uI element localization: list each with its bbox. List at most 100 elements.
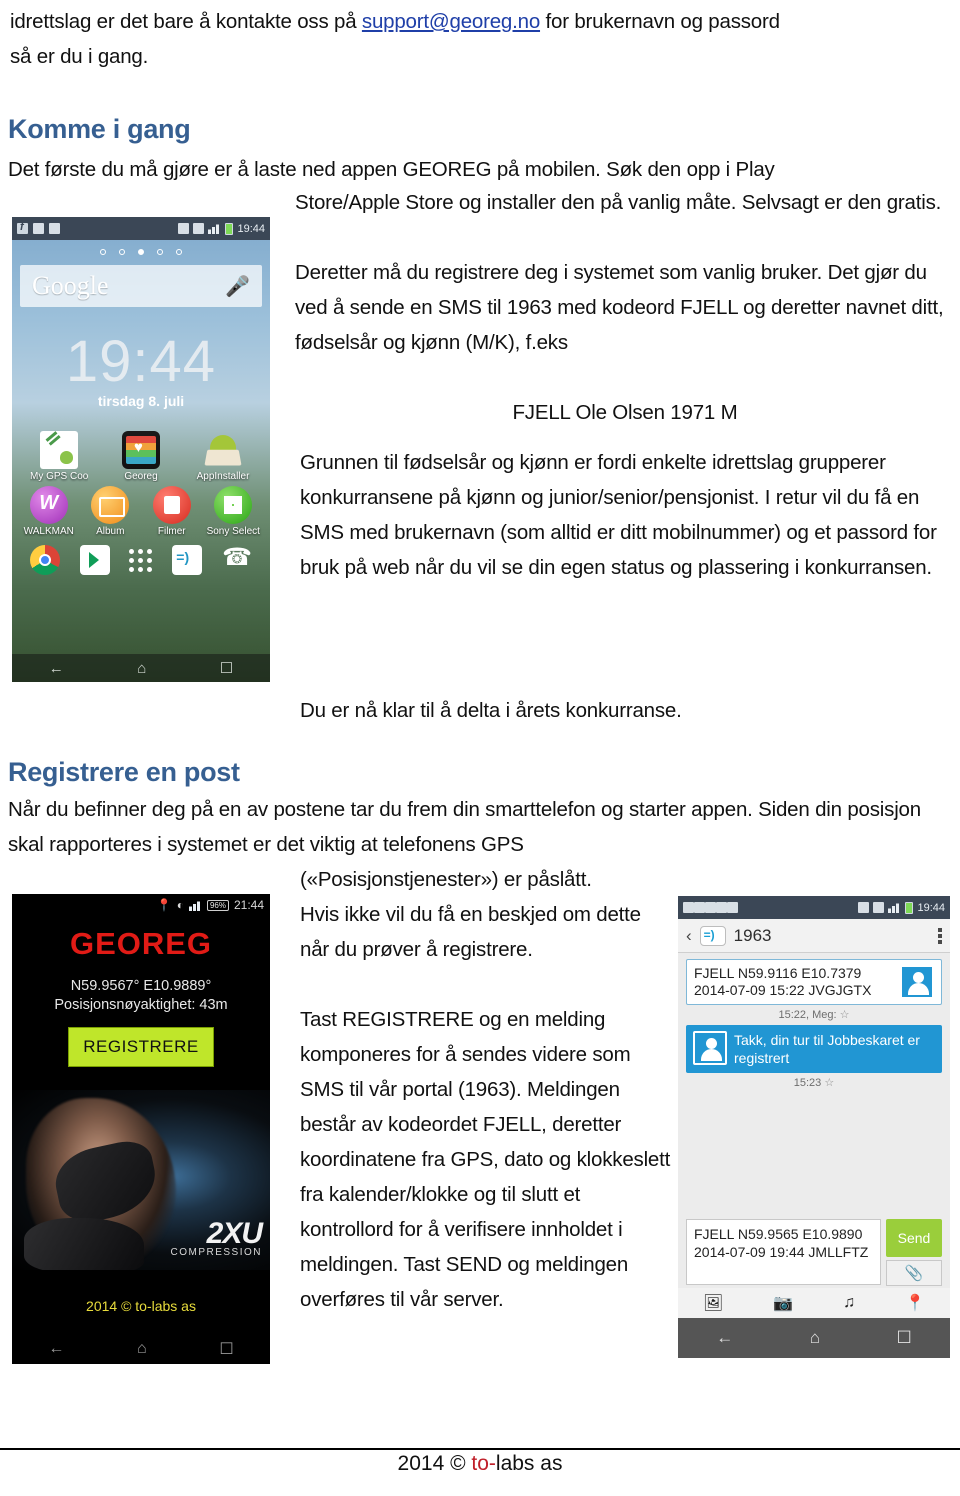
google-logo-text: Google (32, 271, 109, 300)
screenshot-icon (49, 223, 60, 234)
intro-text-before-link: idrettslag er det bare å kontakte oss på (10, 10, 362, 33)
messaging-icon[interactable] (172, 545, 203, 575)
chrome-icon[interactable] (29, 545, 60, 575)
back-icon[interactable]: ← (49, 660, 64, 677)
page-dot-active[interactable] (138, 249, 144, 255)
messaging-icon (699, 925, 726, 946)
camera-icon[interactable]: 📷 (773, 1293, 793, 1313)
location-icon[interactable]: 📍 (905, 1293, 925, 1313)
georeg-coordinates: N59.9567° E10.9889° (70, 978, 212, 994)
intro-paragraph: idrettslag er det bare å kontakte oss på… (10, 4, 950, 74)
sms-sent-timestamp-text: 15:22, Meg: (778, 1009, 837, 1021)
screenshot-android-home: 19:44 Google 🎤 19:44 tirsdag 8. juli My … (12, 217, 270, 682)
screenshot-sms-thread: 19:44 ‹ 1963 FJELL N59.9116 E10.7379 201… (678, 896, 950, 1358)
sms-bubble-sent[interactable]: FJELL N59.9116 E10.7379 2014-07-09 15:22… (686, 959, 942, 1005)
statusbar-clock: 19:44 (237, 222, 265, 235)
app-walkman[interactable]: WALKMAN (20, 486, 78, 537)
section1-flow-bottom: Du er nå klar til å delta i årets konkur… (300, 672, 955, 748)
section2-indent-line: («Posisjonstjenester») er påslått. (300, 868, 592, 891)
app-album[interactable]: Album (81, 486, 139, 537)
send-button[interactable]: Send (886, 1219, 942, 1257)
screenshot-georeg-app: 📍 ◐ 96% 21:44 GEOREG N59.9567° E10.9889°… (12, 894, 270, 1364)
homescreen-page-dots[interactable] (12, 240, 270, 261)
app-filmer[interactable]: Filmer (143, 486, 201, 537)
sms-navbar: ← ⌂ ☐ (678, 1318, 950, 1358)
phone-icon[interactable] (222, 543, 252, 575)
sms-compose-actions: Send 📎 (886, 1219, 942, 1286)
athlete-photo-lower (24, 1218, 144, 1270)
app-sony-select[interactable]: Sony Select (204, 486, 262, 537)
registrere-button[interactable]: REGISTRERE (68, 1027, 214, 1067)
filmer-icon (152, 486, 191, 524)
sms-received-timestamp-text: 15:23 (793, 1077, 822, 1089)
wifi-icon (193, 223, 205, 234)
footer: 2014 © to-labs as (0, 1452, 960, 1476)
app-georeg[interactable]: Georeg (112, 431, 170, 482)
home-icon[interactable]: ⌂ (137, 660, 146, 677)
sms-thread-number: 1963 (733, 925, 772, 945)
avatar (900, 965, 934, 999)
app-row-2: WALKMAN Album Filmer Sony Select (12, 486, 270, 541)
section2-paragraph-2: Tast REGISTRERE og en melding komponeres… (300, 1008, 671, 1311)
page-dot[interactable] (119, 249, 125, 255)
star-icon[interactable]: ☆ (824, 1077, 834, 1089)
sms-bubble-received[interactable]: Takk, din tur til Jobbeskaret er registr… (686, 1025, 942, 1073)
page-dot[interactable] (157, 249, 163, 255)
app-my-gps-coo[interactable]: My GPS Coo (30, 431, 88, 482)
headset-icon (858, 902, 870, 913)
audio-icon[interactable]: ♫ (843, 1294, 855, 1312)
play-store-icon[interactable] (79, 545, 110, 575)
document-page: idrettslag er det bare å kontakte oss på… (0, 0, 960, 1496)
section1-paragraph-2: Deretter må du registrere deg i systemet… (295, 261, 944, 354)
section1-paragraph-1: Store/Apple Store og installer den på va… (295, 191, 942, 214)
album-icon (91, 486, 130, 524)
statusbar-system-icons: 19:44 (858, 901, 945, 914)
recents-icon[interactable]: ☐ (896, 1328, 911, 1348)
star-icon[interactable]: ☆ (840, 1009, 850, 1021)
section1-sms-example: FJELL Ole Olsen 1971 M (512, 401, 738, 424)
statusbar-clock: 19:44 (917, 901, 945, 914)
georeg-app-icon (122, 431, 160, 469)
page-dot[interactable] (100, 249, 106, 255)
sync-icon (716, 902, 727, 913)
microphone-icon[interactable]: 🎤 (225, 274, 250, 299)
homescreen-dock (12, 541, 270, 577)
signal-icon (208, 223, 222, 234)
app-label: Georeg (124, 471, 158, 482)
section-heading-registrere-en-post: Registrere en post (8, 757, 240, 787)
location-icon: 📍 (156, 898, 172, 912)
back-chevron-icon[interactable]: ‹ (686, 926, 692, 946)
image-icon[interactable]: 🖼 (703, 1293, 723, 1313)
georeg-navbar: ← ⌂ ☐ (12, 1334, 270, 1364)
back-icon[interactable]: ← (716, 1328, 733, 1348)
app-drawer-icon[interactable] (129, 548, 153, 572)
recents-icon[interactable]: ☐ (220, 659, 233, 677)
home-icon[interactable]: ⌂ (810, 1328, 820, 1348)
section2-lead-line-1: Når du befinner deg på en av postene tar… (8, 798, 753, 821)
signal-icon (188, 899, 202, 911)
section1-flow-top: Store/Apple Store og installer den på va… (295, 185, 955, 430)
clock-widget-date: tirsdag 8. juli (97, 393, 185, 409)
google-search-widget[interactable]: Google 🎤 (20, 265, 262, 307)
sms-compose-input[interactable]: FJELL N59.9565 E10.9890 2014-07-09 19:44… (686, 1219, 881, 1285)
attach-icon[interactable]: 📎 (886, 1260, 942, 1286)
home-icon[interactable]: ⌂ (137, 1340, 147, 1358)
recents-icon[interactable]: ☐ (219, 1339, 233, 1359)
support-email-link[interactable]: support@georeg.no (362, 10, 540, 33)
signal-icon (888, 902, 902, 913)
battery-icon (225, 222, 234, 235)
battery-icon (905, 901, 914, 914)
page-dot[interactable] (176, 249, 182, 255)
sms-received-timestamp: 15:23 ☆ (686, 1076, 942, 1089)
task-icon (705, 902, 716, 913)
overflow-menu-icon[interactable] (938, 927, 942, 944)
app-label: Filmer (157, 526, 186, 537)
back-icon[interactable]: ← (48, 1340, 64, 1358)
sms-message-list: FJELL N59.9116 E10.7379 2014-07-09 15:22… (678, 953, 950, 1089)
georeg-ad-banner[interactable]: 2XU COMPRESSION (12, 1090, 270, 1270)
app-appinstaller[interactable]: AppInstaller (194, 431, 252, 482)
clock-widget[interactable]: 19:44 tirsdag 8. juli (12, 333, 270, 410)
sms-app-bar: ‹ 1963 (678, 919, 950, 953)
section2-flow: Hvis ikke vil du få en beskjed om dette … (300, 897, 675, 1317)
ad-brand-name: 2XU (206, 1217, 263, 1250)
